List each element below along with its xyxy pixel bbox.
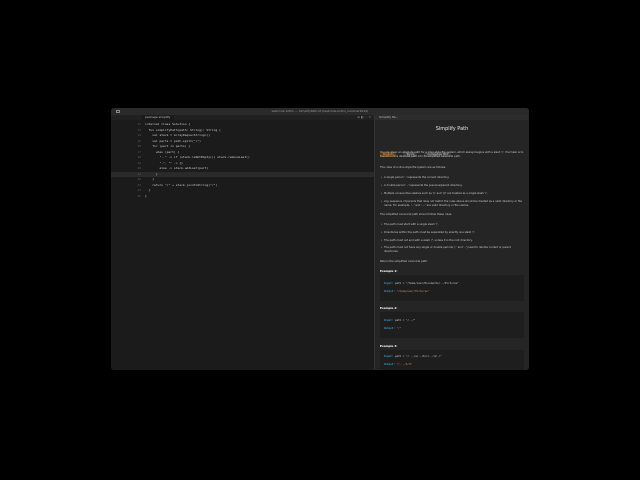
- problem-badges: Medium Topics Companies Hint: [380, 140, 453, 157]
- canonical-rule-item: Directories within the path must be sepa…: [381, 231, 524, 235]
- output-value: "/home/user/Pictures": [396, 290, 430, 293]
- panel-tab[interactable]: Simplify Pa...: [379, 115, 398, 120]
- example-output: Output: "/": [384, 327, 401, 331]
- example-box: Input: path = "/.../a/../b/c/../d/./" Ou…: [380, 350, 524, 370]
- line-code: }: [145, 193, 147, 198]
- rules-intro: The rules of a Unix-style file system ar…: [380, 166, 447, 169]
- canonical-rule-item: The path must not end with a slash '/', …: [381, 239, 524, 243]
- canonical-rule-item: The path must not have any single or dou…: [381, 246, 524, 254]
- rule-item: Multiple consecutive slashes such as '//…: [381, 192, 524, 196]
- example-box: Input: path = "/../" Output: "/": [380, 312, 524, 338]
- example-input: Input: path = "/../": [384, 319, 415, 323]
- example-heading: Example 1:: [380, 269, 398, 273]
- example-box: Input: path = "/home/user/Documents/../P…: [380, 275, 524, 301]
- output-label: Output:: [384, 327, 395, 330]
- panel-tab-strip: Simplify Pa...: [375, 115, 529, 120]
- output-value: "/.../b/d": [396, 363, 413, 366]
- input-label: Input:: [384, 355, 394, 358]
- output-label: Output:: [384, 290, 395, 293]
- example-output: Output: "/.../b/d": [384, 363, 412, 367]
- example-input: Input: path = "/home/user/Documents/../P…: [384, 282, 459, 286]
- example-heading: Example 3:: [380, 344, 398, 348]
- problem-panel: Simplify Pa... Simplify Path Medium Topi…: [375, 115, 529, 370]
- code-lines[interactable]: 12 internal class Solution { 13 fun simpl…: [111, 122, 374, 199]
- rule-item: A double period '..' represents the prev…: [381, 184, 524, 188]
- line-number: 25: [137, 193, 141, 198]
- rule-item: A single period '.' represents the curre…: [381, 176, 524, 180]
- code-editor[interactable]: package simplify ⊞ ◧ ··· ✕ 12 internal cl…: [111, 115, 374, 370]
- example-heading: Example 2:: [380, 306, 398, 310]
- canonical-rule-item: The path must start with a single slash …: [381, 223, 524, 227]
- input-label: Input:: [384, 319, 394, 322]
- example-output: Output: "/home/user/Pictures": [384, 290, 429, 294]
- editor-tab-strip: package simplify ⊞ ◧ ··· ✕: [111, 115, 374, 120]
- title-bar: leetcode-kotlin — SimplifyPath.kt (leetc…: [111, 108, 529, 115]
- problem-title: Simplify Path: [435, 126, 469, 132]
- canonical-intro: The simplified canonical path should fol…: [380, 213, 453, 216]
- problem-intro: You are given an absolute path for a Uni…: [380, 151, 524, 158]
- input-label: Input:: [384, 282, 394, 285]
- input-value: path = "/home/user/Documents/../Pictures…: [394, 282, 459, 285]
- window-title: leetcode-kotlin — SimplifyPath.kt (leetc…: [271, 109, 369, 113]
- code-line[interactable]: 25}: [111, 194, 374, 200]
- editor-tab[interactable]: package simplify: [141, 115, 175, 120]
- return-text: Return the simplified canonical path.: [380, 260, 428, 263]
- example-input: Input: path = "/.../a/../b/c/../d/./": [384, 355, 442, 359]
- output-value: "/": [396, 327, 402, 330]
- app-window: leetcode-kotlin — SimplifyPath.kt (leetc…: [111, 108, 529, 370]
- editor-controls[interactable]: ⊞ ◧ ··· ✕: [357, 115, 371, 120]
- output-label: Output:: [384, 363, 395, 366]
- input-value: path = "/../": [394, 319, 416, 322]
- rule-item: Any sequence of periods that does not ma…: [381, 200, 524, 208]
- input-value: path = "/.../a/../b/c/../d/./": [394, 355, 442, 358]
